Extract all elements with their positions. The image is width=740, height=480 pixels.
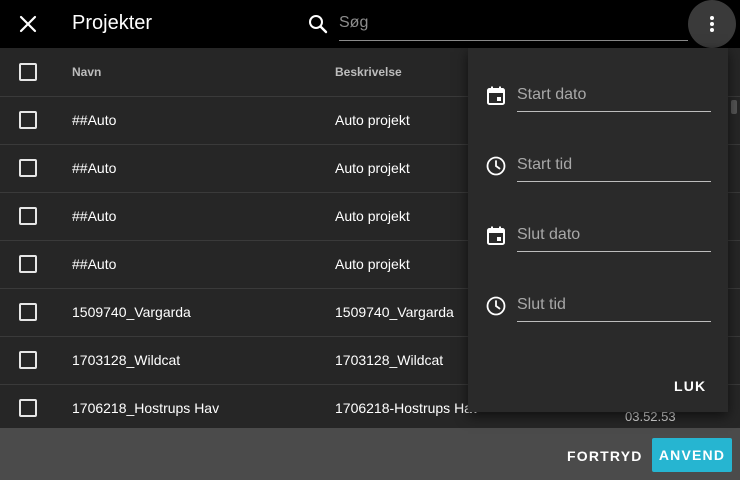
- clock-icon: [486, 156, 506, 176]
- more-options-button[interactable]: [688, 0, 736, 48]
- scrollbar[interactable]: [731, 100, 737, 114]
- search-input[interactable]: [339, 8, 688, 38]
- apply-button[interactable]: ANVEND: [652, 438, 732, 472]
- close-panel-button[interactable]: LUK: [674, 378, 706, 394]
- row-name: 1703128_Wildcat: [72, 352, 181, 368]
- end-date-input[interactable]: [517, 221, 711, 249]
- start-date-input[interactable]: [517, 81, 711, 109]
- close-icon: [19, 15, 37, 33]
- more-vert-icon: [710, 16, 714, 32]
- row-checkbox[interactable]: [19, 399, 37, 417]
- row-checkbox[interactable]: [19, 303, 37, 321]
- column-header-description[interactable]: Beskrivelse: [335, 65, 402, 79]
- row-checkbox[interactable]: [19, 207, 37, 225]
- end-time-input[interactable]: [517, 291, 711, 319]
- top-app-bar: Projekter: [0, 0, 740, 48]
- row-description: 1706218-Hostrups Hav: [335, 400, 479, 416]
- end-time-field: [517, 291, 711, 322]
- row-name: ##Auto: [72, 208, 117, 224]
- row-description: Auto projekt: [335, 256, 410, 272]
- start-time-input[interactable]: [517, 151, 711, 179]
- page-title: Projekter: [72, 12, 153, 34]
- end-date-field: [517, 221, 711, 252]
- clock-icon: [486, 296, 506, 316]
- row-description: Auto projekt: [335, 160, 410, 176]
- start-time-field: [517, 151, 711, 182]
- start-date-field: [517, 81, 711, 112]
- cancel-button[interactable]: FORTRYD: [567, 448, 643, 464]
- close-button[interactable]: [14, 10, 42, 38]
- row-description: 1509740_Vargarda: [335, 304, 454, 320]
- select-all-checkbox[interactable]: [19, 63, 37, 81]
- row-name: 1509740_Vargarda: [72, 304, 191, 320]
- row-description: Auto projekt: [335, 112, 410, 128]
- search-icon: [309, 15, 328, 34]
- row-name: ##Auto: [72, 160, 117, 176]
- calendar-icon: [487, 226, 505, 245]
- dialog-footer: FORTRYD: [0, 428, 740, 480]
- calendar-icon: [487, 86, 505, 105]
- date-filter-panel: LUK: [468, 48, 728, 412]
- column-header-name[interactable]: Navn: [72, 65, 101, 79]
- row-name: ##Auto: [72, 112, 117, 128]
- row-checkbox[interactable]: [19, 111, 37, 129]
- row-description: 1703128_Wildcat: [335, 352, 444, 368]
- row-description: Auto projekt: [335, 208, 410, 224]
- row-name: 1706218_Hostrups Hav: [72, 400, 220, 416]
- row-checkbox[interactable]: [19, 255, 37, 273]
- row-checkbox[interactable]: [19, 159, 37, 177]
- search-field: [339, 8, 688, 41]
- row-checkbox[interactable]: [19, 351, 37, 369]
- row-name: ##Auto: [72, 256, 117, 272]
